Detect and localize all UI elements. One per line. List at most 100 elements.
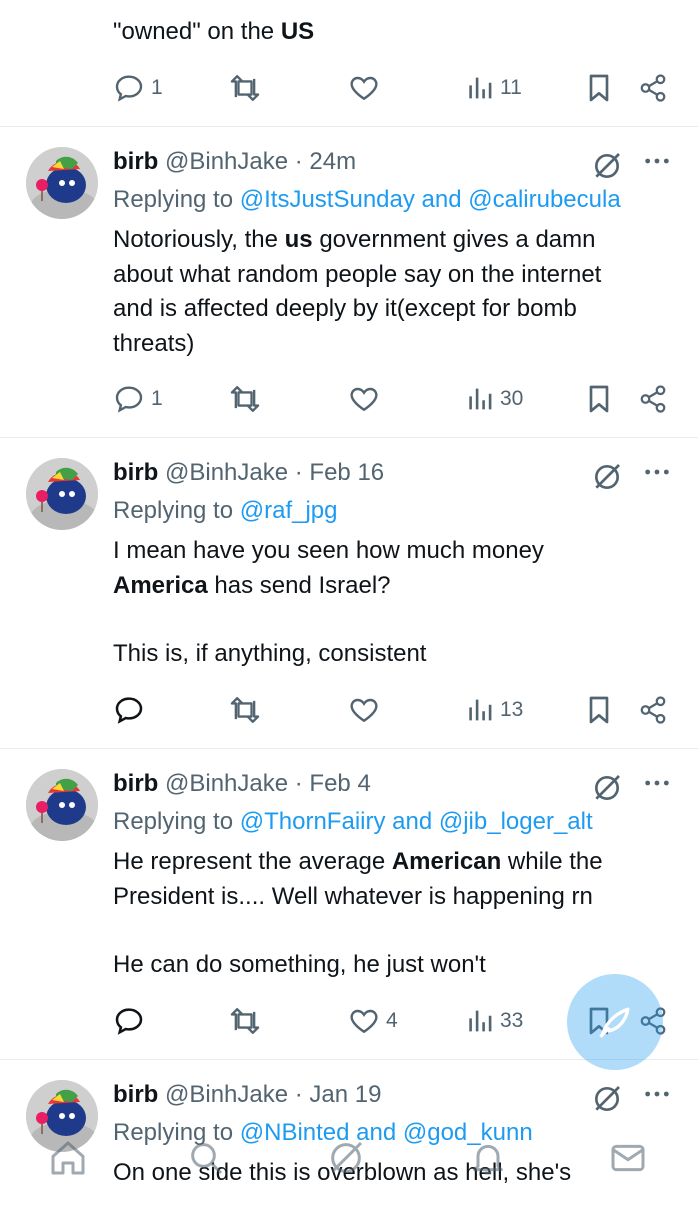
views-icon [469,77,492,99]
retweet-button[interactable] [228,1001,262,1041]
reply-mentions[interactable]: @ItsJustSunday and @calirubecula [240,186,621,213]
nav-messages[interactable] [600,1130,656,1186]
share-button[interactable] [638,68,668,108]
views-icon [469,388,492,410]
avatar-image [26,458,98,530]
views-icon [469,699,492,721]
bookmark-icon [589,696,609,724]
tweet-actions: 1 11 [0,68,698,108]
views-icon [469,1010,492,1032]
reply-icon [115,697,143,724]
timestamp[interactable]: · Feb 16 [295,459,384,486]
views-count: 13 [500,698,524,721]
like-button[interactable] [348,68,380,108]
replying-to: Replying to @raf_jpg [113,497,338,524]
retweet-icon [230,1008,260,1034]
user-handle[interactable]: @BinhJake [165,770,288,797]
user-handle[interactable]: @BinhJake [165,459,288,486]
grok-icon[interactable] [591,150,623,182]
share-icon [640,696,666,724]
bookmark-icon [589,385,609,413]
reply-icon [115,75,143,102]
reply-button[interactable] [113,690,145,730]
bookmark-button[interactable] [585,690,613,730]
tweet-header: birb @BinhJake · 24m [113,145,673,179]
avatar[interactable] [26,147,98,219]
heart-icon [350,698,378,723]
tweet-text: I mean have you seen how much money Amer… [113,537,544,667]
bookmark-button[interactable] [585,379,613,419]
grok-icon[interactable] [591,461,623,493]
tweet-actions: 1 30 [0,379,698,419]
share-icon [640,74,666,102]
bookmark-icon [589,74,609,102]
bottom-nav [0,1120,698,1200]
grok-icon[interactable] [591,1083,623,1115]
more-icon[interactable] [641,145,673,177]
more-icon[interactable] [641,456,673,488]
tweet[interactable]: birb @BinhJake · 24m Replying to @ItsJus… [0,127,698,437]
avatar[interactable] [26,458,98,530]
heart-icon [350,1009,378,1034]
compose-button[interactable] [567,974,663,1070]
views-count: 30 [500,387,524,410]
retweet-icon [230,697,260,723]
avatar-image [26,147,98,219]
display-name[interactable]: birb [113,1081,158,1108]
timestamp[interactable]: · Jan 19 [295,1081,382,1108]
views-button[interactable]: 33 [468,1001,523,1041]
reply-count: 1 [151,76,163,99]
timestamp[interactable]: · Feb 4 [295,770,371,797]
reply-button[interactable]: 1 [113,379,163,419]
tweet-text: Notoriously, the us government gives a d… [113,226,602,357]
compose-icon [599,1007,630,1038]
tweet-partial[interactable]: "owned" on the US 1 11 [0,0,698,126]
avatar[interactable] [26,769,98,841]
like-button[interactable] [348,690,380,730]
retweet-button[interactable] [228,379,262,419]
replying-to: Replying to @ItsJustSunday and @calirube… [113,186,621,213]
reply-icon [115,386,143,413]
nav-search[interactable] [178,1130,234,1186]
reply-mentions[interactable]: @raf_jpg [240,497,338,524]
share-button[interactable] [638,690,668,730]
display-name[interactable]: birb [113,148,158,175]
user-handle[interactable]: @BinhJake [165,1081,288,1108]
share-icon [640,385,666,413]
reply-button[interactable]: 1 [113,68,163,108]
views-button[interactable]: 13 [468,690,523,730]
tweet-header: birb @BinhJake · Jan 19 [113,1078,673,1112]
like-button[interactable]: 4 [348,1001,398,1041]
heart-icon [350,76,378,101]
avatar-image [26,769,98,841]
display-name[interactable]: birb [113,459,158,486]
more-icon[interactable] [641,1078,673,1110]
reply-button[interactable] [113,1001,145,1041]
user-handle[interactable]: @BinhJake [165,148,288,175]
bookmark-button[interactable] [585,68,613,108]
grok-icon [331,1141,363,1173]
tweet-text: He represent the average American while … [113,848,603,978]
nav-grok[interactable] [318,1130,374,1186]
nav-notifications[interactable] [460,1130,516,1186]
notifications-icon [473,1144,503,1175]
tweet[interactable]: birb @BinhJake · Feb 16 Replying to @raf… [0,438,698,748]
views-count: 11 [500,76,522,99]
reply-count: 1 [151,387,163,410]
retweet-button[interactable] [228,690,262,730]
grok-icon[interactable] [591,772,623,804]
more-icon[interactable] [641,767,673,799]
search-icon [191,1143,223,1175]
views-button[interactable]: 11 [468,68,522,108]
home-icon [51,1141,85,1175]
nav-home[interactable] [40,1130,96,1186]
display-name[interactable]: birb [113,770,158,797]
like-button[interactable] [348,379,380,419]
retweet-button[interactable] [228,68,262,108]
views-button[interactable]: 30 [468,379,523,419]
like-count: 4 [386,1009,398,1032]
reply-mentions[interactable]: @ThornFaiiry and @jib_loger_alt [240,808,593,835]
messages-icon [611,1144,645,1172]
share-button[interactable] [638,379,668,419]
timestamp[interactable]: · 24m [295,148,356,175]
